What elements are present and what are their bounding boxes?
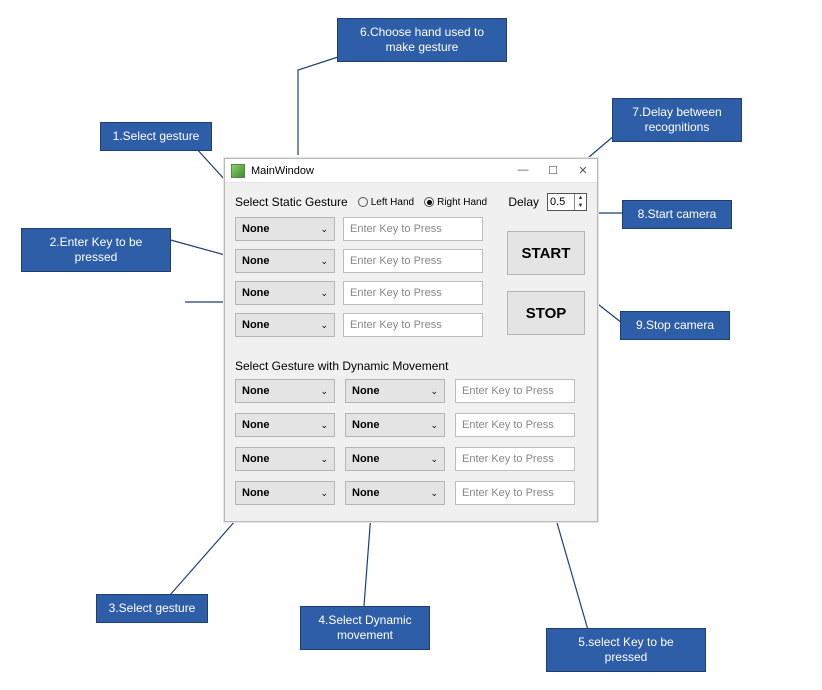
left-hand-radio[interactable]: Left Hand	[358, 197, 414, 208]
right-button-column: START STOP	[507, 231, 585, 335]
chevron-down-icon: ⌄	[320, 488, 328, 499]
dyn-combo2-1[interactable]: None ⌄	[345, 379, 445, 403]
dyn-key-2[interactable]: Enter Key to Press	[455, 413, 575, 437]
chevron-down-icon: ⌄	[430, 488, 438, 499]
start-button[interactable]: START	[507, 231, 585, 275]
chevron-down-icon: ⌄	[320, 224, 328, 235]
app-icon	[231, 164, 245, 178]
static-combo-4[interactable]: None ⌄	[235, 313, 335, 337]
dyn-combo2-2[interactable]: None ⌄	[345, 413, 445, 437]
combo-text: None	[242, 287, 270, 299]
dyn-key-1[interactable]: Enter Key to Press	[455, 379, 575, 403]
combo-text: None	[242, 385, 270, 397]
dyn-combo2-4[interactable]: None ⌄	[345, 481, 445, 505]
right-hand-label: Right Hand	[437, 197, 487, 208]
combo-text: None	[242, 319, 270, 331]
static-combo-1[interactable]: None ⌄	[235, 217, 335, 241]
callout-8: 8.Start camera	[622, 200, 732, 229]
combo-text: None	[352, 487, 380, 499]
dyn-combo1-3[interactable]: None ⌄	[235, 447, 335, 471]
dyn-combo2-3[interactable]: None ⌄	[345, 447, 445, 471]
combo-text: None	[352, 385, 380, 397]
combo-text: None	[242, 487, 270, 499]
delay-spinner[interactable]: ▲▼	[547, 193, 587, 211]
minimize-button[interactable]: ―	[515, 164, 531, 177]
static-combo-3[interactable]: None ⌄	[235, 281, 335, 305]
chevron-down-icon: ⌄	[430, 454, 438, 465]
titlebar: MainWindow ― ☐ ✕	[225, 159, 597, 183]
window-title: MainWindow	[251, 165, 314, 177]
dyn-combo1-1[interactable]: None ⌄	[235, 379, 335, 403]
dyn-key-3[interactable]: Enter Key to Press	[455, 447, 575, 471]
combo-text: None	[242, 419, 270, 431]
static-key-4[interactable]: Enter Key to Press	[343, 313, 483, 337]
static-header-row: Select Static Gesture Left Hand Right Ha…	[235, 193, 587, 211]
chevron-down-icon: ⌄	[320, 256, 328, 267]
stop-button[interactable]: STOP	[507, 291, 585, 335]
maximize-button[interactable]: ☐	[545, 164, 561, 177]
spinner-arrows-icon[interactable]: ▲▼	[574, 194, 586, 210]
dynamic-grid: None ⌄ None ⌄ Enter Key to Press None ⌄ Non…	[235, 379, 587, 505]
callout-9: 9.Stop camera	[620, 311, 730, 340]
callout-1: 1.Select gesture	[100, 122, 212, 151]
chevron-down-icon: ⌄	[320, 288, 328, 299]
dyn-combo1-2[interactable]: None ⌄	[235, 413, 335, 437]
chevron-down-icon: ⌄	[320, 420, 328, 431]
static-combo-2[interactable]: None ⌄	[235, 249, 335, 273]
callout-6: 6.Choose hand used to make gesture	[337, 18, 507, 62]
static-heading: Select Static Gesture	[235, 195, 348, 209]
dyn-combo1-4[interactable]: None ⌄	[235, 481, 335, 505]
delay-value[interactable]	[548, 195, 574, 209]
callout-3: 3.Select gesture	[96, 594, 208, 623]
close-button[interactable]: ✕	[575, 164, 591, 177]
callout-5: 5.select Key to be pressed	[546, 628, 706, 672]
chevron-down-icon: ⌄	[320, 320, 328, 331]
callout-7: 7.Delay between recognitions	[612, 98, 742, 142]
combo-text: None	[352, 419, 380, 431]
delay-label: Delay	[508, 195, 541, 209]
window-content: Select Static Gesture Left Hand Right Ha…	[225, 183, 597, 521]
callout-4: 4.Select Dynamic movement	[300, 606, 430, 650]
chevron-down-icon: ⌄	[430, 386, 438, 397]
combo-text: None	[242, 453, 270, 465]
static-key-1[interactable]: Enter Key to Press	[343, 217, 483, 241]
callout-2: 2.Enter Key to be pressed	[21, 228, 171, 272]
main-window: MainWindow ― ☐ ✕ Select Static Gesture L…	[224, 158, 598, 522]
static-key-3[interactable]: Enter Key to Press	[343, 281, 483, 305]
right-hand-radio[interactable]: Right Hand	[424, 197, 487, 208]
static-key-2[interactable]: Enter Key to Press	[343, 249, 483, 273]
chevron-down-icon: ⌄	[320, 454, 328, 465]
combo-text: None	[242, 255, 270, 267]
combo-text: None	[242, 223, 270, 235]
dyn-key-4[interactable]: Enter Key to Press	[455, 481, 575, 505]
dynamic-heading: Select Gesture with Dynamic Movement	[235, 359, 587, 373]
chevron-down-icon: ⌄	[320, 386, 328, 397]
left-hand-label: Left Hand	[371, 197, 414, 208]
chevron-down-icon: ⌄	[430, 420, 438, 431]
combo-text: None	[352, 453, 380, 465]
